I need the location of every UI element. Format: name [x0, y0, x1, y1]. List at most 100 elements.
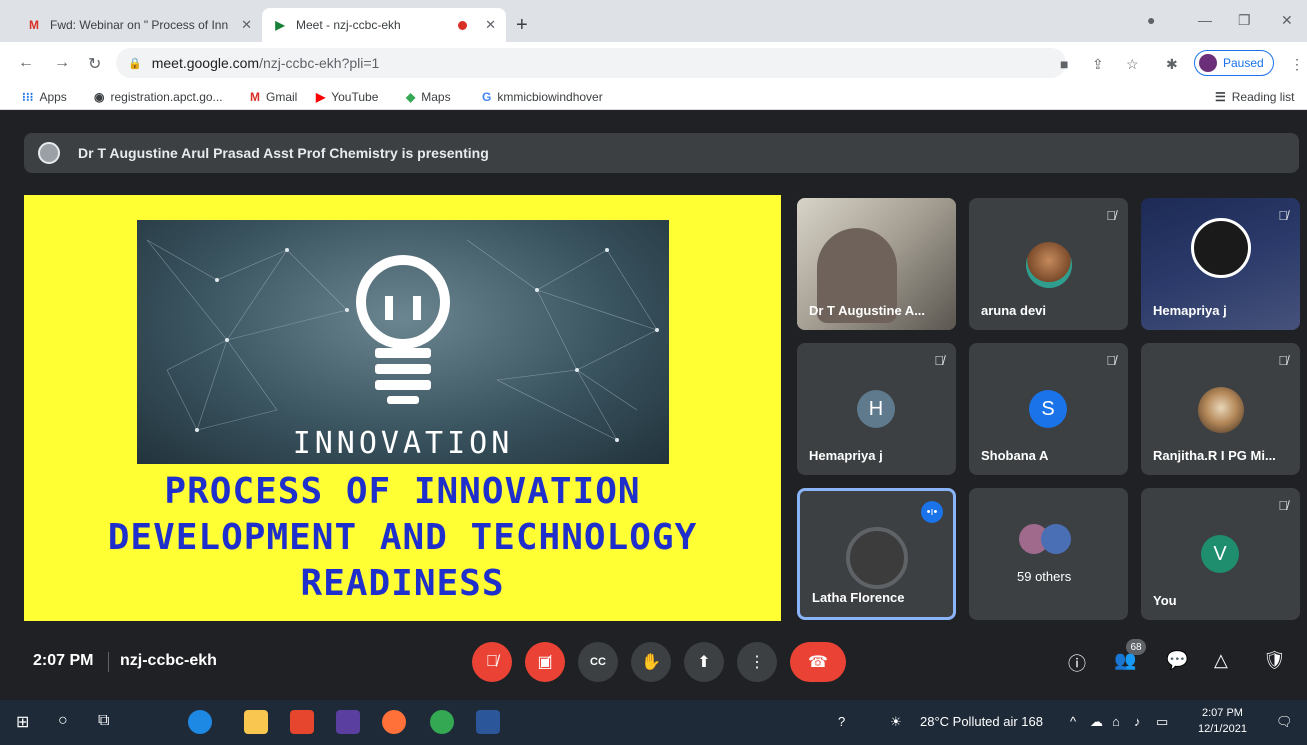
avatar [1041, 524, 1071, 554]
participant-name: Hemapriya j [809, 448, 883, 463]
globe-icon: ◉ [94, 90, 105, 104]
others-count: 59 others [1017, 569, 1072, 584]
task-view-icon[interactable]: ⧉ [98, 712, 109, 730]
bookmark-maps[interactable]: ◆ Maps [406, 90, 451, 104]
mic-off-icon: 🎙̸ [1278, 208, 1288, 223]
host-controls-icon[interactable]: 🛡 [1263, 650, 1286, 671]
forward-icon[interactable]: → [54, 54, 70, 72]
reload-icon[interactable]: ↻ [88, 54, 101, 74]
slide-title-line: DEVELOPMENT AND TECHNOLOGY [107, 517, 698, 558]
windows-start-icon[interactable]: ⊞ [16, 712, 29, 732]
window-close-icon[interactable]: ✕ [1281, 12, 1293, 29]
slide-title-line: PROCESS OF INNOVATION [164, 471, 641, 512]
back-icon[interactable]: ← [18, 54, 34, 72]
tab-meet[interactable]: ▶ Meet - nzj-ccbc-ekh ✕ [262, 8, 506, 42]
raise-hand-button[interactable]: ✋ [631, 642, 671, 682]
new-tab-icon[interactable]: + [516, 14, 528, 37]
people-icon[interactable]: 👥 [1114, 650, 1136, 671]
reading-list-label: Reading list [1231, 90, 1295, 104]
minimize-icon[interactable]: — [1198, 12, 1212, 28]
participant-tile-self[interactable]: 🎙̸ V You [1141, 488, 1300, 620]
bookmark-label: Apps [39, 90, 67, 104]
clock-date: 12/1/2021 [1198, 723, 1247, 735]
avatar-initial: S [1029, 390, 1067, 428]
participant-name: Latha Florence [812, 590, 905, 605]
battery-icon[interactable]: ▭ [1156, 714, 1168, 730]
participant-tile[interactable]: 🎙̸ aruna devi [969, 198, 1128, 330]
url-host: meet.google.com [151, 55, 260, 71]
weather-text[interactable]: 28°C Polluted air 168 [920, 714, 1043, 729]
participant-tile[interactable]: 🎙̸ Hemapriya j [1141, 198, 1300, 330]
mic-off-icon: 🎙̸ [934, 353, 944, 368]
firefox-icon[interactable] [382, 710, 406, 734]
tray-expand-icon[interactable]: ^ [1070, 714, 1076, 729]
file-explorer-icon[interactable] [244, 710, 268, 734]
mic-off-button[interactable]: 🎙̸ [472, 642, 512, 682]
leave-call-button[interactable]: ☎ [790, 642, 846, 682]
share-icon[interactable]: ⇪ [1092, 56, 1104, 73]
url-path: /nzj-ccbc-ekh?pli=1 [259, 55, 380, 71]
volume-icon[interactable]: ♪ [1134, 714, 1141, 729]
address-toolbar: ← → ↻ 🔒 meet.google.com/nzj-ccbc-ekh?pli… [0, 42, 1307, 86]
speaking-indicator-icon: •ı• [921, 501, 943, 523]
mic-off-icon: 🎙̸ [1278, 498, 1288, 513]
meeting-code: nzj-ccbc-ekh [120, 652, 217, 669]
participant-tile[interactable]: 🎙̸ Ranjitha.R I PG Mi... [1141, 343, 1300, 475]
participant-tile-group[interactable]: 59 others [969, 488, 1128, 620]
reading-list[interactable]: ☰ Reading list [1215, 90, 1294, 104]
bookmark-star-icon[interactable]: ☆ [1126, 56, 1139, 73]
participant-tile-speaking[interactable]: •ı• Latha Florence [797, 488, 956, 620]
bookmark-registration[interactable]: ◉ registration.apct.go... [94, 90, 223, 104]
more-options-button[interactable]: ⋮ [737, 642, 777, 682]
captions-button[interactable]: CC [578, 642, 618, 682]
gmail-icon: M [29, 18, 39, 32]
maximize-icon[interactable]: ❐ [1238, 12, 1251, 29]
recording-icon [458, 20, 468, 30]
activities-icon[interactable]: △ [1214, 650, 1228, 671]
chrome-icon[interactable] [430, 710, 454, 734]
camera-off-button[interactable]: ▣̸ [525, 642, 565, 682]
bookmark-kmmic[interactable]: Gkmmicbiowindhover [482, 90, 603, 104]
menu-icon[interactable]: ⋮ [1290, 56, 1304, 73]
notifications-icon[interactable]: 🗨 [1276, 714, 1293, 730]
system-clock[interactable]: 2:07 PM 12/1/2021 [1198, 705, 1247, 737]
participant-tile[interactable]: 🎙̸ H Hemapriya j [797, 343, 956, 475]
meet-stage: Dr T Augustine Arul Prasad Asst Prof Che… [0, 110, 1307, 690]
lightbulb-icon [356, 255, 450, 349]
profile-button[interactable]: Paused [1194, 50, 1274, 76]
participant-tile[interactable]: 🎙̸ S Shobana A [969, 343, 1128, 475]
app-icon[interactable] [336, 710, 360, 734]
chat-icon[interactable]: 💬 [1166, 650, 1188, 671]
office-icon[interactable] [290, 710, 314, 734]
close-tab-icon[interactable]: ✕ [241, 17, 252, 33]
network-icon[interactable]: ⌂ [1112, 714, 1120, 729]
avatar [1026, 242, 1072, 288]
search-icon[interactable]: ○ [58, 712, 68, 730]
url-input[interactable]: 🔒 meet.google.com/nzj-ccbc-ekh?pli=1 [116, 48, 1066, 78]
edge-icon[interactable] [188, 710, 212, 734]
close-tab-icon[interactable]: ✕ [485, 17, 496, 33]
bookmark-apps[interactable]: ⁝⁝⁝ Apps [22, 90, 67, 104]
tab-gmail[interactable]: M Fwd: Webinar on " Process of Inn ✕ [16, 8, 262, 42]
maps-icon: ◆ [406, 90, 416, 104]
meeting-details-icon[interactable]: ⓘ [1068, 650, 1086, 676]
bookmark-label: Maps [421, 90, 451, 104]
participant-name: aruna devi [981, 303, 1047, 318]
participant-tile[interactable]: Dr T Augustine A... [797, 198, 956, 330]
cloud-icon[interactable]: ☁ [1090, 714, 1103, 730]
word-icon[interactable] [476, 710, 500, 734]
bookmark-youtube[interactable]: ▶ YouTube [316, 90, 378, 104]
weather-icon: ☀ [890, 714, 902, 729]
bookmark-gmail[interactable]: M Gmail [250, 90, 297, 104]
google-icon: G [482, 90, 492, 104]
help-icon[interactable]: ? [838, 714, 845, 729]
present-button[interactable]: ⬆ [684, 642, 724, 682]
bookmark-label: YouTube [331, 90, 379, 104]
camera-icon[interactable]: ■ [1060, 56, 1068, 72]
youtube-icon: ▶ [316, 90, 326, 104]
tab-search-icon[interactable]: ● [1147, 12, 1155, 28]
lock-icon: 🔒 [128, 57, 142, 70]
avatar [1199, 54, 1217, 72]
avatar [1198, 387, 1244, 433]
extensions-icon[interactable]: ✱ [1166, 56, 1178, 73]
